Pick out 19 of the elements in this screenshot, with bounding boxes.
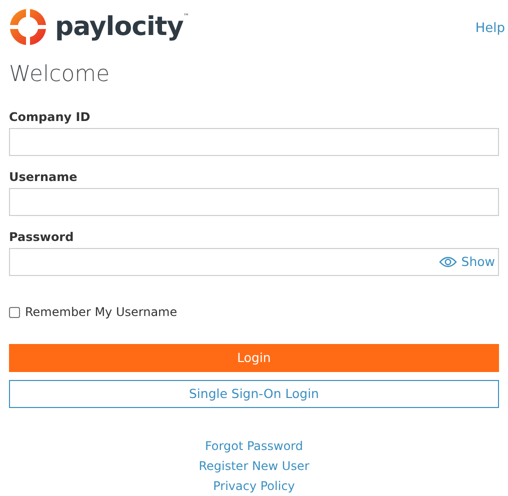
login-button[interactable]: Login <box>9 344 499 372</box>
footer-link[interactable]: Register New User <box>198 456 310 476</box>
field-label: Company ID <box>9 109 92 125</box>
password-field[interactable]: Show <box>9 248 499 276</box>
text-field[interactable] <box>9 128 499 156</box>
help-link[interactable]: Help <box>475 19 505 39</box>
remember-checkbox[interactable] <box>9 306 20 318</box>
show-password-toggle[interactable]: Show <box>439 252 495 272</box>
text-field[interactable] <box>9 188 499 216</box>
logo-icon <box>9 8 47 46</box>
field-label: Password <box>9 229 75 245</box>
footer-link[interactable]: Privacy Policy <box>213 476 295 496</box>
footer-link[interactable]: Forgot Password <box>204 436 304 456</box>
sso-login-button[interactable]: Single Sign-On Login <box>9 380 499 408</box>
page-title: Welcome <box>9 64 111 86</box>
remember-label: Remember My Username <box>25 304 178 321</box>
eye-icon <box>439 256 458 268</box>
brand-wordmark: paylocity <box>55 14 184 40</box>
field-label: Username <box>9 169 78 185</box>
